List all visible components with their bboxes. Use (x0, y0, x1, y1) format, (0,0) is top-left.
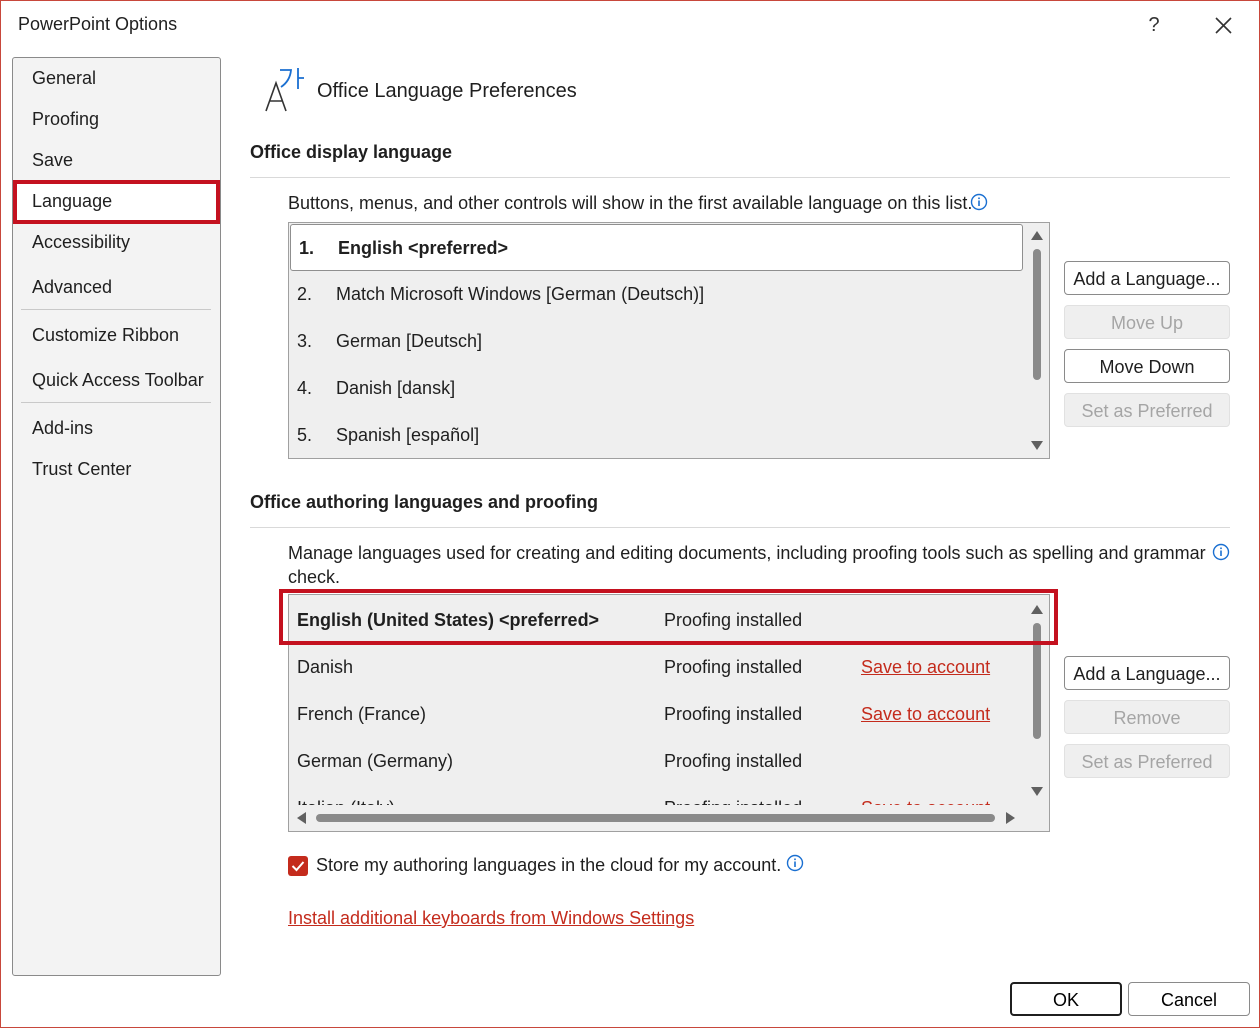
language-icon (265, 68, 304, 112)
horizontal-scrollbar[interactable] (289, 805, 1049, 831)
set-authoring-preferred-button[interactable]: Set as Preferred (1064, 744, 1230, 778)
sidebar-item-quick-access-toolbar[interactable]: Quick Access Toolbar (13, 360, 220, 401)
list-item-number: 4. (297, 378, 313, 398)
sidebar-item-advanced[interactable]: Advanced (13, 267, 220, 308)
scroll-down-icon[interactable] (1031, 787, 1043, 796)
list-item[interactable]: 1. English <preferred> (290, 224, 1023, 271)
sidebar-item-customize-ribbon[interactable]: Customize Ribbon (13, 315, 220, 356)
help-button[interactable]: ? (1141, 11, 1167, 39)
list-item-name: German [Deutsch] (336, 331, 483, 351)
info-icon[interactable] (786, 854, 804, 872)
language-name: German (Germany) (297, 751, 454, 771)
scrollbar-thumb[interactable] (1033, 623, 1041, 739)
authoring-languages-heading: Office authoring languages and proofing (250, 492, 599, 512)
sidebar-item-language[interactable]: Language (13, 181, 220, 222)
sidebar-item-trust-center[interactable]: Trust Center (13, 449, 220, 490)
proofing-status: Proofing installed (664, 610, 803, 630)
scroll-up-icon[interactable] (1031, 231, 1043, 240)
list-item[interactable]: French (France) Proofing installed Save … (289, 691, 1023, 738)
sidebar-item-save[interactable]: Save (13, 140, 220, 181)
info-icon[interactable] (1212, 543, 1230, 561)
list-item[interactable]: Danish Proofing installed Save to accoun… (289, 644, 1023, 691)
add-authoring-language-button[interactable]: Add a Language... (1064, 656, 1230, 690)
cancel-button[interactable]: Cancel (1128, 982, 1250, 1016)
options-sidebar: General Proofing Save Language Accessibi… (12, 57, 221, 976)
list-item[interactable]: 5. Spanish [español] (289, 412, 1023, 458)
language-name: English (United States) <preferred> (297, 610, 600, 630)
store-in-cloud-checkbox[interactable] (288, 856, 308, 876)
scrollbar-thumb[interactable] (1033, 249, 1041, 380)
list-item-number: 5. (297, 425, 313, 445)
proofing-status: Proofing installed (664, 751, 803, 771)
list-item-number: 3. (297, 331, 313, 351)
sidebar-divider (21, 309, 211, 310)
store-in-cloud-label[interactable]: Store my authoring languages in the clou… (316, 855, 781, 876)
vertical-scrollbar[interactable] (1024, 223, 1049, 458)
save-to-account-link[interactable]: Save to account (861, 644, 990, 691)
move-down-button[interactable]: Move Down (1064, 349, 1230, 383)
list-item[interactable]: 4. Danish [dansk] (289, 365, 1023, 412)
list-item-name: Match Microsoft Windows [German (Deutsch… (336, 284, 705, 304)
title-bar: PowerPoint Options ? (1, 1, 1259, 51)
language-name: Danish (297, 657, 354, 677)
sidebar-divider (21, 402, 211, 403)
list-item-name: Spanish [español] (336, 425, 480, 445)
save-to-account-link[interactable]: Save to account (861, 691, 990, 738)
close-icon (1215, 17, 1232, 34)
scrollbar-thumb[interactable] (316, 814, 995, 822)
authoring-language-list[interactable]: English (United States) <preferred> Proo… (288, 594, 1050, 832)
add-display-language-button[interactable]: Add a Language... (1064, 261, 1230, 295)
vertical-scrollbar[interactable] (1024, 595, 1049, 805)
list-item[interactable]: German (Germany) Proofing installed (289, 738, 1023, 785)
remove-language-button[interactable]: Remove (1064, 700, 1230, 734)
language-name: French (France) (297, 704, 427, 724)
display-language-heading: Office display language (250, 142, 453, 162)
list-item[interactable]: English (United States) <preferred> Proo… (289, 597, 1023, 644)
move-up-button[interactable]: Move Up (1064, 305, 1230, 339)
close-button[interactable] (1207, 11, 1239, 39)
list-item-name: Danish [dansk] (336, 378, 456, 398)
page-title: Office Language Preferences (317, 80, 577, 102)
list-item[interactable]: 2. Match Microsoft Windows [German (Deut… (289, 271, 1023, 318)
section-divider (250, 527, 1230, 528)
list-item-number: 2. (297, 284, 313, 304)
sidebar-item-add-ins[interactable]: Add-ins (13, 408, 220, 449)
checkmark-icon (291, 861, 305, 872)
sidebar-item-general[interactable]: General (13, 58, 220, 99)
scroll-left-icon[interactable] (297, 812, 306, 824)
list-item-number: 1. (299, 238, 315, 258)
proofing-status: Proofing installed (664, 704, 803, 724)
section-divider (250, 177, 1230, 178)
display-language-description: Buttons, menus, and other controls will … (288, 193, 973, 213)
list-item-name: English <preferred> (338, 238, 509, 258)
install-keyboards-link[interactable]: Install additional keyboards from Window… (288, 908, 694, 929)
sidebar-item-accessibility[interactable]: Accessibility (13, 222, 220, 263)
authoring-description-line-2: check. (288, 567, 341, 587)
dialog-title: PowerPoint Options (18, 14, 178, 34)
authoring-description-line-1: Manage languages used for creating and e… (288, 543, 1206, 563)
scroll-right-icon[interactable] (1006, 812, 1015, 824)
sidebar-item-proofing[interactable]: Proofing (13, 99, 220, 140)
powerpoint-options-dialog: PowerPoint Options ? General Proofing Sa… (0, 0, 1260, 1028)
proofing-status: Proofing installed (664, 657, 803, 677)
scroll-down-icon[interactable] (1031, 441, 1043, 450)
set-display-preferred-button[interactable]: Set as Preferred (1064, 393, 1230, 427)
display-language-list[interactable]: 1. English <preferred> 2. Match Microsof… (288, 222, 1050, 459)
scroll-up-icon[interactable] (1031, 605, 1043, 614)
info-icon[interactable] (970, 193, 988, 211)
list-item[interactable]: 3. German [Deutsch] (289, 318, 1023, 365)
ok-button[interactable]: OK (1010, 982, 1122, 1016)
